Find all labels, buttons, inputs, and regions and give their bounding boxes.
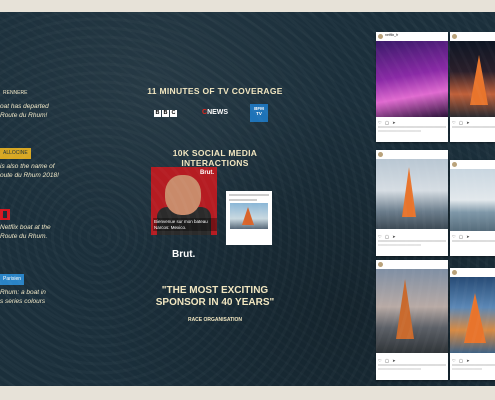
instagram-post[interactable]: netflix_fr ♡ ◯ ➤ [376,32,448,142]
press-tag: Parisien [0,274,25,285]
cnews-text: NEWS [207,109,229,116]
tv-logos: B B C CNEWS BFM TV [140,104,290,124]
post-action-icons[interactable]: ♡ ◯ ➤ [452,120,471,125]
post-footer: ♡ ◯ ➤ [450,356,495,380]
bbc-letter: B [154,110,161,117]
post-image [376,269,448,353]
post-image [450,169,495,231]
caption-line [378,364,446,366]
bbc-letter: C [170,110,177,117]
caption-line [452,368,482,370]
left-press-column: RENNERE oat has departed Route du Rhum! … [0,12,60,386]
quote-line: "THE MOST EXCITING [161,285,269,296]
post-footer: ♡ ◯ ➤ [450,118,495,142]
press-line: Route du Rhum! [0,112,48,119]
post-action-icons[interactable]: ♡ ◯ ➤ [452,358,471,363]
caption-line [378,244,422,246]
instagram-post[interactable]: ♡ ◯ ➤ [450,268,495,380]
quote-line: SPONSOR IN 40 YEARS" [155,297,275,308]
post-action-icons[interactable]: ♡ ◯ ➤ [452,234,471,239]
social-interactions-heading: 10K SOCIAL MEDIA INTERACTIONS [172,148,258,168]
presentation-board: RENNERE oat has departed Route du Rhum! … [0,12,495,386]
caption-line [378,126,446,128]
sail-shape [396,279,414,339]
quote: "THE MOST EXCITING SPONSOR IN 40 YEARS" [140,285,290,309]
post-username: netflix_fr [385,33,399,37]
bfmtv-logo: BFM TV [250,104,268,122]
post-footer: ♡ ◯ ➤ [376,356,448,380]
instagram-posts: netflix_fr ♡ ◯ ➤ ♡ ◯ ➤ ♡ ◯ ➤ ♡ ◯ ➤ ♡ ◯ ➤ [376,32,495,380]
instagram-post[interactable]: ♡ ◯ ➤ [450,32,495,142]
instagram-post[interactable]: ♡ ◯ ➤ [376,260,448,380]
tweet-image [230,203,268,229]
press-item-2: ALLOCINE is also the name of oute du Rhu… [0,148,64,180]
tweet-text-line [229,194,269,196]
bfm-tv-text: TV [256,111,262,116]
press-line: s series colours [0,298,46,305]
post-footer: ♡ ◯ ➤ [376,232,448,256]
tweet-text-line [229,199,257,201]
press-line: Rhum: a boat in [0,289,46,296]
press-line: oute du Rhum 2018! [0,172,59,179]
post-header [450,32,495,41]
post-footer: ♡ ◯ ➤ [376,118,448,142]
press-line: oat has departed [0,103,49,110]
caption-line [452,364,495,366]
press-line: is also the name of [0,163,55,170]
netflix-icon [0,209,10,220]
cnews-logo: CNEWS [202,109,228,116]
post-action-icons[interactable]: ♡ ◯ ➤ [378,234,397,239]
post-action-icons[interactable]: ♡ ◯ ➤ [378,120,397,125]
avatar [378,262,383,267]
avatar [452,270,457,275]
post-action-icons[interactable]: ♡ ◯ ➤ [378,358,397,363]
sail-shape [470,55,488,105]
caption-line [452,240,495,242]
press-item-1: RENNERE oat has departed Route du Rhum! [0,88,64,120]
video-caption: Bienvenue sur mon bateau Narcos: Mexico. [153,218,217,231]
brut-watermark: Brut. [200,170,214,176]
brut-logo: Brut. [172,249,196,260]
sail-shape [402,167,416,217]
caption-line [378,130,422,132]
instagram-post[interactable]: ♡ ◯ ➤ [450,160,495,256]
press-item-3: Netflix boat at the Route du Rhum. [0,209,64,241]
post-image [376,41,448,117]
press-item-4: Parisien Rhum: a boat in s series colour… [0,274,64,306]
avatar [452,162,457,167]
post-header [376,260,448,269]
bbc-logo: B B C [154,110,177,117]
instagram-post[interactable]: ♡ ◯ ➤ [376,150,448,256]
press-line: Netflix boat at the [0,224,51,231]
avatar [452,34,457,39]
press-line: Route du Rhum. [0,233,48,240]
quote-source: RACE ORGANISATION [187,317,243,323]
caption-line [452,126,495,128]
person-face [165,175,201,215]
brut-video-thumbnail[interactable]: Brut. Bienvenue sur mon bateau Narcos: M… [151,167,217,235]
post-image [450,277,495,353]
caption-line [378,368,422,370]
press-tag: RENNERE [3,90,28,96]
post-header: netflix_fr [376,32,448,41]
caption-line [378,240,446,242]
press-tag: ALLOCINE [0,148,31,159]
bbc-letter: B [162,110,169,117]
avatar [378,34,383,39]
avatar [378,152,383,157]
tweet-card[interactable] [226,191,272,245]
sail-shape [464,293,486,343]
post-header [376,150,448,159]
post-image [376,159,448,229]
post-header [450,268,495,277]
post-header [450,160,495,169]
post-image [450,41,495,117]
tv-coverage-heading: 11 MINUTES OF TV COVERAGE [147,86,283,96]
post-footer: ♡ ◯ ➤ [450,232,495,256]
